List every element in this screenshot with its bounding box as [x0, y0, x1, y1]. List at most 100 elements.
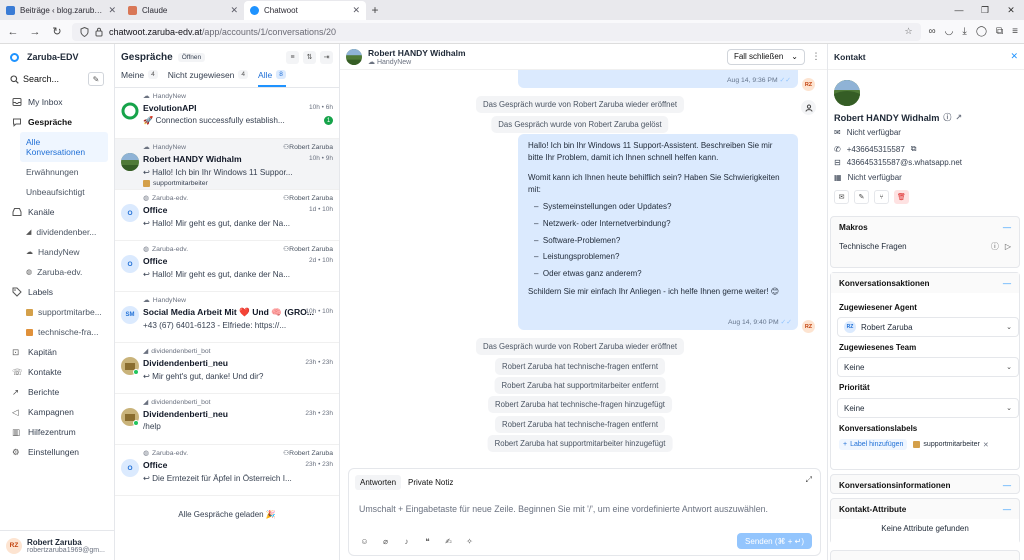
- conversation-item[interactable]: O ◍ Zaruba-edv. ⚇Robert Zaruba Office 23h…: [115, 445, 339, 496]
- tab-reply[interactable]: Antworten: [355, 475, 402, 490]
- contact-phone[interactable]: ✆ +436645315587 ⧉: [834, 144, 916, 154]
- assigned-team-select[interactable]: Keine ⌄: [837, 357, 1019, 377]
- priority-select[interactable]: Keine ⌄: [837, 398, 1019, 418]
- sidebar-item-reports[interactable]: ↗ Berichte: [0, 382, 114, 402]
- sidebar-item-settings[interactable]: ⚙ Einstellungen: [0, 442, 114, 462]
- section-header[interactable]: Makros —: [831, 217, 1019, 237]
- conversation-item[interactable]: ◢ dividendenberti_bot Dividendenberti_neu…: [115, 394, 339, 445]
- sidebar-item-labels[interactable]: Labels: [0, 282, 114, 302]
- reload-icon[interactable]: ↻: [50, 25, 64, 38]
- tab-all[interactable]: Alle 8: [258, 70, 286, 87]
- merge-icon[interactable]: ⑂: [874, 190, 889, 204]
- close-tab-icon[interactable]: ✕: [352, 5, 360, 16]
- conversation-item[interactable]: ☁ HandyNew ⚇Robert Zaruba Robert HANDY Wi…: [115, 139, 339, 190]
- extensions-puzzle-icon[interactable]: ⧉: [996, 26, 1003, 37]
- sidebar-item-channel-dividendenberti[interactable]: ◢ dividendenber...: [0, 222, 114, 242]
- sidebar-item-contacts[interactable]: ☏ Kontakte: [0, 362, 114, 382]
- conversation-item[interactable]: ☁ HandyNew EvolutionAPI 10h • 6h 🚀 Connec…: [115, 88, 339, 139]
- sidebar-item-label-technische-fragen[interactable]: technische-fra...: [0, 322, 114, 342]
- compose-button[interactable]: ✎: [88, 72, 104, 86]
- macro-item[interactable]: Technische Fragen ⓘ ▷: [831, 237, 1019, 256]
- signature-icon[interactable]: ✍: [443, 536, 454, 547]
- sort-icon[interactable]: ⇅: [303, 50, 316, 64]
- url-bar[interactable]: chatwoot.zaruba-edv.at/app/accounts/1/co…: [72, 22, 921, 41]
- edit-icon[interactable]: ✎: [854, 190, 869, 204]
- resolve-button[interactable]: Fall schließen ⌄: [726, 48, 805, 65]
- copy-icon[interactable]: ⧉: [911, 144, 917, 154]
- delete-icon[interactable]: 🗑: [894, 190, 909, 204]
- contact-email[interactable]: ✉ Nicht verfügbar: [834, 128, 901, 137]
- microphone-icon[interactable]: ♪: [401, 536, 412, 547]
- pocket-icon[interactable]: ◡: [945, 26, 954, 37]
- status-filter-badge[interactable]: Öffnen: [177, 52, 206, 62]
- sidebar-item-campaigns[interactable]: ◁ Kampagnen: [0, 402, 114, 422]
- filter-icon[interactable]: ≡: [286, 50, 299, 64]
- sidebar-item-channel-handynew[interactable]: ☁ HandyNew: [0, 242, 114, 262]
- collapse-icon[interactable]: —: [1003, 505, 1011, 514]
- conversation-item[interactable]: SM ☁ HandyNew Social Media Arbeit Mit ❤️ …: [115, 292, 339, 343]
- sidebar-item-mentions[interactable]: Erwähnungen: [0, 162, 114, 182]
- extension-icon[interactable]: ∞: [929, 26, 936, 37]
- add-label-button[interactable]: + Label hinzufügen: [839, 439, 908, 450]
- sidebar-item-label-supportmitarbeiter[interactable]: supportmitarbe...: [0, 302, 114, 322]
- close-icon[interactable]: ✕: [1010, 51, 1018, 62]
- browser-tab-claude[interactable]: Claude ✕: [122, 0, 244, 20]
- close-window-icon[interactable]: ✕: [998, 0, 1024, 20]
- collapse-icon[interactable]: —: [1003, 223, 1011, 232]
- collapse-icon[interactable]: —: [1003, 481, 1011, 490]
- collapse-icon[interactable]: —: [1003, 279, 1011, 288]
- account-icon[interactable]: ◯: [976, 26, 987, 37]
- contact-identifier[interactable]: ⊟ 436645315587@s.whatsapp.net: [834, 158, 962, 167]
- maximize-icon[interactable]: ❐: [972, 0, 998, 20]
- conversation-item[interactable]: ◢ dividendenberti_bot Dividendenberti_neu…: [115, 343, 339, 394]
- remove-label-icon[interactable]: ✕: [983, 441, 989, 449]
- sidebar-item-all-conversations[interactable]: Alle Konversationen: [20, 132, 108, 162]
- sidebar-item-unattended[interactable]: Unbeaufsichtigt: [0, 182, 114, 202]
- reply-input[interactable]: Umschalt + Eingabetaste für neue Zeile. …: [349, 490, 820, 514]
- expand-icon[interactable]: ⤢: [806, 475, 812, 485]
- new-tab-button[interactable]: +: [366, 0, 384, 20]
- current-user[interactable]: RZ Robert Zaruba robertzaruba1969@gm...: [0, 530, 115, 560]
- workspace-switcher[interactable]: Zaruba-EDV: [0, 44, 114, 70]
- tab-private-note[interactable]: Private Notiz: [403, 475, 458, 490]
- section-header[interactable]: Konversationsaktionen —: [831, 273, 1019, 293]
- tab-mine[interactable]: Meine 4: [121, 70, 158, 87]
- quote-icon[interactable]: ❝: [422, 536, 433, 547]
- sidebar-item-conversations[interactable]: Gespräche: [0, 112, 114, 132]
- assigned-agent-select[interactable]: RZ Robert Zaruba ⌄: [837, 317, 1019, 337]
- send-button[interactable]: Senden (⌘ + ↵): [737, 533, 812, 549]
- minimize-icon[interactable]: —: [946, 0, 972, 20]
- download-icon[interactable]: ⤓: [962, 26, 966, 37]
- contact-profile-icon[interactable]: [801, 100, 816, 115]
- external-link-icon[interactable]: ↗: [955, 113, 962, 122]
- menu-icon[interactable]: ≡: [1012, 26, 1018, 37]
- bookmark-star-icon[interactable]: ☆: [904, 26, 912, 37]
- conversation-item[interactable]: O ◍ Zaruba-edv. ⚇Robert Zaruba Office 2d …: [115, 241, 339, 292]
- play-icon[interactable]: ▷: [1005, 242, 1011, 251]
- section-header[interactable]: Kontakt-Attribute —: [831, 499, 1019, 519]
- sidebar-item-inbox[interactable]: My Inbox: [0, 92, 114, 112]
- sidebar-item-channel-zaruba[interactable]: ◍ Zaruba-edv.: [0, 262, 114, 282]
- close-tab-icon[interactable]: ✕: [108, 5, 116, 16]
- browser-tab-blog[interactable]: Beiträge ‹ blog.zaruba-edv.at — ✕: [0, 0, 122, 20]
- sidebar-item-helpcenter[interactable]: ▥ Hilfezentrum: [0, 422, 114, 442]
- info-icon[interactable]: ⓘ: [943, 112, 951, 123]
- browser-tab-chatwoot[interactable]: Chatwoot ✕: [244, 1, 366, 20]
- collapse-icon[interactable]: ⇥: [320, 50, 333, 64]
- conversation-item[interactable]: O ◍ Zaruba-edv. ⚇Robert Zaruba Office 1d …: [115, 190, 339, 241]
- sidebar-item-channels[interactable]: Kanäle: [0, 202, 114, 222]
- chat-contact-name[interactable]: Robert HANDY Widhalm: [368, 48, 466, 58]
- sidebar-item-captain[interactable]: ⊡ Kapitän: [0, 342, 114, 362]
- contact-company[interactable]: ▦ Nicht verfügbar: [834, 173, 902, 182]
- info-icon[interactable]: ⓘ: [991, 241, 999, 252]
- more-options-icon[interactable]: ⋮: [811, 51, 821, 62]
- sidebar-search[interactable]: Search...: [10, 74, 84, 84]
- ai-assist-icon[interactable]: ✧: [464, 536, 475, 547]
- forward-icon[interactable]: →: [28, 26, 42, 38]
- close-tab-icon[interactable]: ✕: [230, 5, 238, 16]
- tab-unassigned[interactable]: Nicht zugewiesen 4: [168, 70, 249, 87]
- emoji-icon[interactable]: ☺: [359, 536, 370, 547]
- attachment-icon[interactable]: ⌀: [380, 536, 391, 547]
- new-message-icon[interactable]: ✉: [834, 190, 849, 204]
- back-icon[interactable]: ←: [6, 26, 20, 38]
